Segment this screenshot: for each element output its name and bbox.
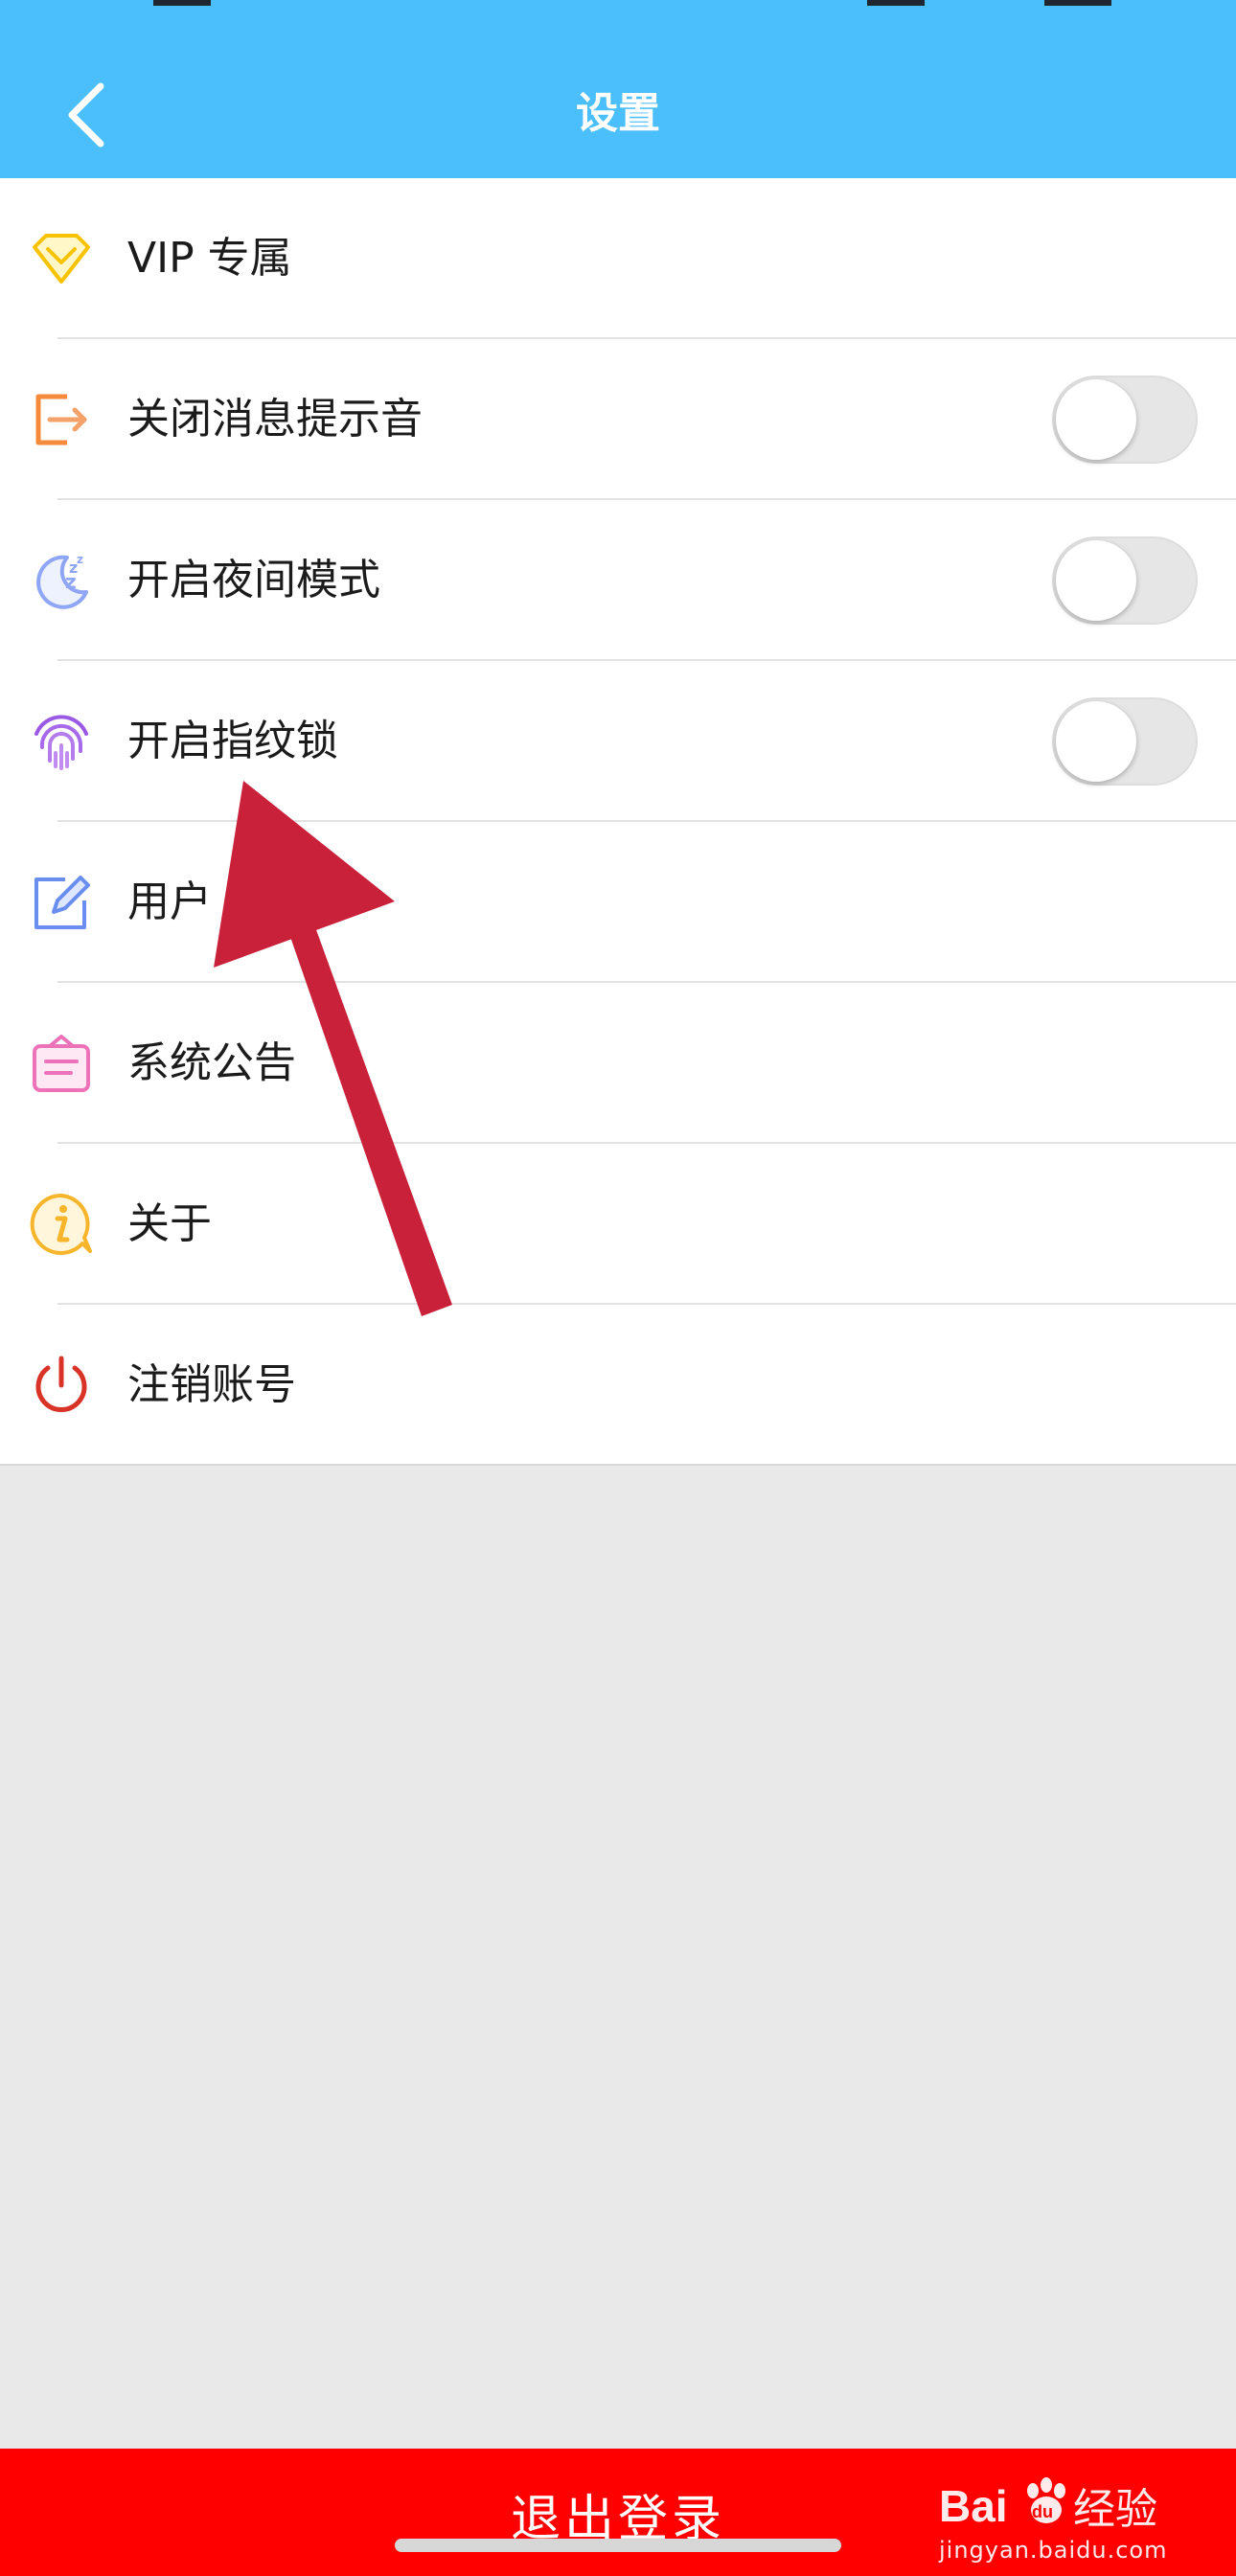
settings-item-label: 关闭消息提示音 <box>127 395 423 444</box>
settings-item-label: 开启夜间模式 <box>127 556 380 604</box>
notice-board-icon <box>33 1035 90 1092</box>
svg-text:Bai: Bai <box>939 2481 1008 2531</box>
settings-item-about[interactable]: 关于 <box>0 1144 1236 1305</box>
settings-item-label: 关于 <box>127 1199 212 1248</box>
toggle-knob <box>1056 379 1136 460</box>
fingerprint-icon <box>34 715 88 770</box>
page-title: 设置 <box>576 89 660 138</box>
settings-item-label: 系统公告 <box>127 1038 296 1087</box>
svg-text:z: z <box>77 553 83 566</box>
settings-list: VIP 专属 关闭消息提示音 z z z 开启夜间模式 开启指纹锁 用户 系统公… <box>0 178 1236 1466</box>
settings-item-night-mode[interactable]: z z z 开启夜间模式 <box>0 500 1236 661</box>
watermark-domain: jingyan.baidu.com <box>939 2537 1168 2564</box>
fingerprint-lock-toggle[interactable] <box>1052 697 1198 786</box>
app-header: 设置 <box>0 0 1236 178</box>
settings-item-label: 注销账号 <box>127 1360 296 1409</box>
settings-item-vip[interactable]: VIP 专属 <box>0 178 1236 339</box>
watermark-brand: Bai du 经验 <box>939 2472 1198 2542</box>
toggle-knob <box>1056 540 1136 621</box>
baidu-paw-logo: Bai du 经验 <box>939 2477 1157 2534</box>
settings-item-mute-notification-sound[interactable]: 关闭消息提示音 <box>0 339 1236 500</box>
settings-item-user-agreement[interactable]: 用户 <box>0 822 1236 983</box>
night-mode-toggle[interactable] <box>1052 536 1198 625</box>
svg-text:z: z <box>65 570 77 593</box>
baidu-jingyan-watermark: Bai du 经验 jingyan.baidu.com <box>939 2454 1198 2569</box>
settings-item-label: 用户 <box>127 878 212 926</box>
edit-icon <box>34 876 90 929</box>
settings-item-system-announcement[interactable]: 系统公告 <box>0 983 1236 1144</box>
mute-notification-toggle[interactable] <box>1052 376 1198 464</box>
diamond-icon <box>33 234 90 284</box>
settings-item-fingerprint-lock[interactable]: 开启指纹锁 <box>0 661 1236 822</box>
status-bar-fragment <box>867 0 925 6</box>
settings-item-label: 开启指纹锁 <box>127 717 338 765</box>
info-bubble-icon <box>30 1193 92 1255</box>
exit-icon <box>35 394 87 445</box>
moon-sleep-icon: z z z <box>36 553 88 609</box>
home-indicator[interactable] <box>395 2539 841 2552</box>
status-bar-fragment <box>1044 0 1111 6</box>
toggle-knob <box>1056 701 1136 782</box>
svg-text:du: du <box>1032 2502 1053 2521</box>
settings-item-delete-account[interactable]: 注销账号 <box>0 1305 1236 1466</box>
svg-text:经验: 经验 <box>1073 2485 1157 2534</box>
power-icon <box>35 1356 87 1412</box>
settings-item-label: VIP 专属 <box>127 234 292 283</box>
status-bar-fragment <box>153 0 211 6</box>
